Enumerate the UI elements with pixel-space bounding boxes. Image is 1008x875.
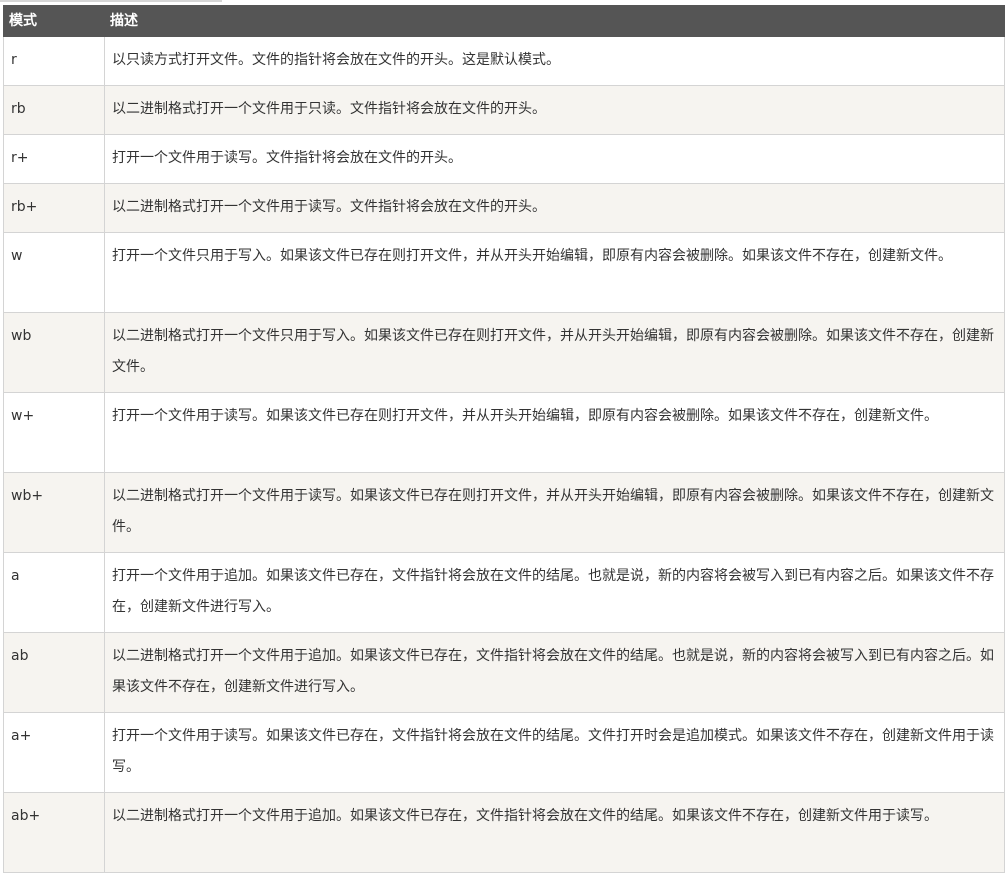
table-body: r 以只读方式打开文件。文件的指针将会放在文件的开头。这是默认模式。 rb 以二… [3,36,1005,873]
top-divider [0,0,222,2]
description-cell: 以二进制格式打开一个文件用于追加。如果该文件已存在，文件指针将会放在文件的结尾。… [104,792,1005,873]
header-row: 模式 描述 [3,5,1005,37]
table-row: rb+ 以二进制格式打开一个文件用于读写。文件指针将会放在文件的开头。 [3,183,1005,233]
table-row: r+ 打开一个文件用于读写。文件指针将会放在文件的开头。 [3,134,1005,184]
table-row: a 打开一个文件用于追加。如果该文件已存在，文件指针将会放在文件的结尾。也就是说… [3,552,1005,633]
mode-cell: a+ [3,712,105,793]
description-cell: 以二进制格式打开一个文件用于只读。文件指针将会放在文件的开头。 [104,85,1005,135]
description-cell: 以二进制格式打开一个文件只用于写入。如果该文件已存在则打开文件，并从开头开始编辑… [104,312,1005,393]
description-cell: 打开一个文件用于读写。文件指针将会放在文件的开头。 [104,134,1005,184]
table-row: ab+ 以二进制格式打开一个文件用于追加。如果该文件已存在，文件指针将会放在文件… [3,792,1005,873]
mode-cell: w+ [3,392,105,473]
mode-cell: r+ [3,134,105,184]
mode-cell: rb [3,85,105,135]
mode-cell: wb [3,312,105,393]
table-row: rb 以二进制格式打开一个文件用于只读。文件指针将会放在文件的开头。 [3,85,1005,135]
table-row: ab 以二进制格式打开一个文件用于追加。如果该文件已存在，文件指针将会放在文件的… [3,632,1005,713]
description-cell: 以只读方式打开文件。文件的指针将会放在文件的开头。这是默认模式。 [104,36,1005,86]
mode-cell: r [3,36,105,86]
mode-cell: a [3,552,105,633]
description-cell: 以二进制格式打开一个文件用于读写。文件指针将会放在文件的开头。 [104,183,1005,233]
description-cell: 打开一个文件用于追加。如果该文件已存在，文件指针将会放在文件的结尾。也就是说，新… [104,552,1005,633]
description-cell: 打开一个文件用于读写。如果该文件已存在则打开文件，并从开头开始编辑，即原有内容会… [104,392,1005,473]
table-header: 模式 描述 [3,5,1005,37]
description-cell: 打开一个文件用于读写。如果该文件已存在，文件指针将会放在文件的结尾。文件打开时会… [104,712,1005,793]
table-row: w+ 打开一个文件用于读写。如果该文件已存在则打开文件，并从开头开始编辑，即原有… [3,392,1005,473]
header-mode: 模式 [3,5,105,37]
mode-cell: ab+ [3,792,105,873]
description-cell: 打开一个文件只用于写入。如果该文件已存在则打开文件，并从开头开始编辑，即原有内容… [104,232,1005,313]
mode-cell: ab [3,632,105,713]
mode-cell: wb+ [3,472,105,553]
table-row: r 以只读方式打开文件。文件的指针将会放在文件的开头。这是默认模式。 [3,36,1005,86]
table-row: a+ 打开一个文件用于读写。如果该文件已存在，文件指针将会放在文件的结尾。文件打… [3,712,1005,793]
description-cell: 以二进制格式打开一个文件用于读写。如果该文件已存在则打开文件，并从开头开始编辑，… [104,472,1005,553]
header-description: 描述 [104,5,1005,37]
table-row: wb 以二进制格式打开一个文件只用于写入。如果该文件已存在则打开文件，并从开头开… [3,312,1005,393]
file-mode-table: 模式 描述 r 以只读方式打开文件。文件的指针将会放在文件的开头。这是默认模式。… [3,5,1005,873]
table-row: wb+ 以二进制格式打开一个文件用于读写。如果该文件已存在则打开文件，并从开头开… [3,472,1005,553]
table-row: w 打开一个文件只用于写入。如果该文件已存在则打开文件，并从开头开始编辑，即原有… [3,232,1005,313]
mode-cell: w [3,232,105,313]
description-cell: 以二进制格式打开一个文件用于追加。如果该文件已存在，文件指针将会放在文件的结尾。… [104,632,1005,713]
mode-cell: rb+ [3,183,105,233]
